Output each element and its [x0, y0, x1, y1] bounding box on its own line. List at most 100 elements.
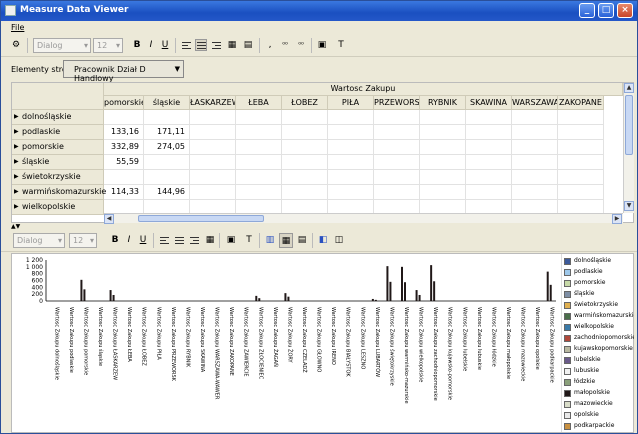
- table-cell[interactable]: [558, 140, 604, 155]
- border-icon[interactable]: ▦: [225, 38, 239, 53]
- italic-button[interactable]: I: [145, 38, 157, 53]
- chart-align-right-icon[interactable]: [188, 234, 200, 246]
- table-cell[interactable]: [282, 140, 328, 155]
- table-cell[interactable]: [512, 155, 558, 170]
- table-cell[interactable]: [236, 185, 282, 200]
- table-cell[interactable]: [282, 170, 328, 185]
- table-cell[interactable]: [420, 125, 466, 140]
- align-left-icon[interactable]: [180, 39, 192, 51]
- table-cell[interactable]: [512, 110, 558, 125]
- row-header[interactable]: ▶ warmińskomazurskie: [12, 185, 106, 200]
- decrease-decimal-icon[interactable]: ⁰⁰: [294, 38, 308, 53]
- vertical-scroll-thumb[interactable]: [625, 95, 633, 155]
- scroll-down-icon[interactable]: ▼: [624, 201, 634, 211]
- table-cell[interactable]: [236, 125, 282, 140]
- table-cell[interactable]: [144, 155, 190, 170]
- chart-align-left-icon[interactable]: [158, 234, 170, 246]
- scroll-up-icon[interactable]: ▲: [624, 83, 634, 93]
- table-icon[interactable]: ▤: [295, 233, 309, 248]
- table-cell[interactable]: [558, 185, 604, 200]
- table-cell[interactable]: [466, 125, 512, 140]
- chart-italic-button[interactable]: I: [123, 233, 135, 248]
- table-cell[interactable]: [512, 125, 558, 140]
- table-cell[interactable]: [466, 170, 512, 185]
- table-cell[interactable]: [104, 110, 144, 125]
- minimize-button[interactable]: _: [579, 3, 595, 18]
- row-header[interactable]: ▶ dolnośląskie: [12, 110, 104, 125]
- table-cell[interactable]: 144,96: [144, 185, 190, 200]
- table-cell[interactable]: [558, 170, 604, 185]
- column-header[interactable]: ZAKOPANE: [558, 96, 604, 110]
- align-center-icon[interactable]: [195, 39, 207, 51]
- page-element-dropdown[interactable]: Pracownik Dział D Handlowy ▼: [63, 60, 184, 83]
- table-cell[interactable]: 133,16: [104, 125, 144, 140]
- chart-font-name-select[interactable]: Dialog ▾: [13, 233, 65, 248]
- scroll-left-icon[interactable]: ◀: [104, 214, 114, 224]
- scroll-right-icon[interactable]: ▶: [612, 214, 622, 224]
- table-cell[interactable]: [558, 155, 604, 170]
- table-cell[interactable]: [144, 170, 190, 185]
- legend-toggle-icon[interactable]: ◧: [316, 233, 330, 248]
- table-cell[interactable]: [236, 170, 282, 185]
- column-header[interactable]: SKAWINA: [466, 96, 512, 110]
- table-cell[interactable]: 114,33: [104, 185, 144, 200]
- table-cell[interactable]: [374, 170, 420, 185]
- table-cell[interactable]: [282, 125, 328, 140]
- table-cell[interactable]: [328, 125, 374, 140]
- table-cell[interactable]: [420, 110, 466, 125]
- column-header[interactable]: ŁASKARZEW: [190, 96, 236, 110]
- table-cell[interactable]: 55,59: [104, 155, 144, 170]
- bold-button[interactable]: B: [131, 38, 143, 53]
- chart-align-center-icon[interactable]: [173, 234, 185, 246]
- table-cell[interactable]: [282, 155, 328, 170]
- table-cell[interactable]: [190, 140, 236, 155]
- row-header[interactable]: ▶ pomorskie: [12, 140, 104, 155]
- chart-border-icon[interactable]: ▦: [203, 233, 217, 248]
- column-header[interactable]: WARSZAWA: [512, 96, 558, 110]
- row-header[interactable]: ▶ świetokrzyskie: [12, 170, 104, 185]
- table-cell[interactable]: [236, 140, 282, 155]
- table-cell[interactable]: [420, 155, 466, 170]
- table-cell[interactable]: [374, 110, 420, 125]
- text-format-icon[interactable]: T: [333, 38, 349, 53]
- table-cell[interactable]: 274,05: [144, 140, 190, 155]
- table-cell[interactable]: 332,89: [104, 140, 144, 155]
- grid-icon[interactable]: ▦: [279, 233, 293, 248]
- table-cell[interactable]: [190, 155, 236, 170]
- chart-font-size-select[interactable]: 12 ▾: [69, 233, 97, 248]
- table-cell[interactable]: [558, 110, 604, 125]
- table-cell[interactable]: [282, 110, 328, 125]
- expand-icon[interactable]: ▶: [14, 185, 19, 199]
- table-cell[interactable]: [104, 170, 144, 185]
- font-size-select[interactable]: 12 ▾: [93, 38, 123, 53]
- table-cell[interactable]: [420, 140, 466, 155]
- table-cell[interactable]: [374, 155, 420, 170]
- column-header[interactable]: PIŁA: [328, 96, 374, 110]
- table-cell[interactable]: [512, 140, 558, 155]
- expand-icon[interactable]: ▶: [14, 200, 19, 214]
- chart-bold-button[interactable]: B: [109, 233, 121, 248]
- format-number-icon[interactable]: ,: [264, 38, 276, 53]
- maximize-button[interactable]: □: [598, 3, 614, 18]
- row-header[interactable]: ▶ śląskie: [12, 155, 104, 170]
- column-header[interactable]: śląskie: [144, 96, 190, 110]
- row-header[interactable]: ▶ podlaskie: [12, 125, 104, 140]
- table-cell[interactable]: [328, 185, 374, 200]
- expand-icon[interactable]: ▶: [14, 155, 19, 169]
- table-cell[interactable]: [190, 170, 236, 185]
- expand-icon[interactable]: ▶: [14, 170, 19, 184]
- horizontal-scroll-thumb[interactable]: [138, 215, 264, 222]
- table-cell[interactable]: [466, 110, 512, 125]
- column-header[interactable]: pomorskie: [104, 96, 144, 110]
- column-header[interactable]: RYBNIK: [420, 96, 466, 110]
- expand-icon[interactable]: ▶: [14, 125, 19, 139]
- table-cell[interactable]: [374, 140, 420, 155]
- table-cell[interactable]: [558, 125, 604, 140]
- column-header[interactable]: ŁOBEZ: [282, 96, 328, 110]
- table-cell[interactable]: [328, 155, 374, 170]
- chart-underline-button[interactable]: U: [137, 233, 149, 248]
- chart-conditional-format-icon[interactable]: ▣: [223, 233, 239, 248]
- table-cell[interactable]: 171,11: [144, 125, 190, 140]
- table-cell[interactable]: [190, 185, 236, 200]
- menu-file[interactable]: File: [11, 23, 24, 32]
